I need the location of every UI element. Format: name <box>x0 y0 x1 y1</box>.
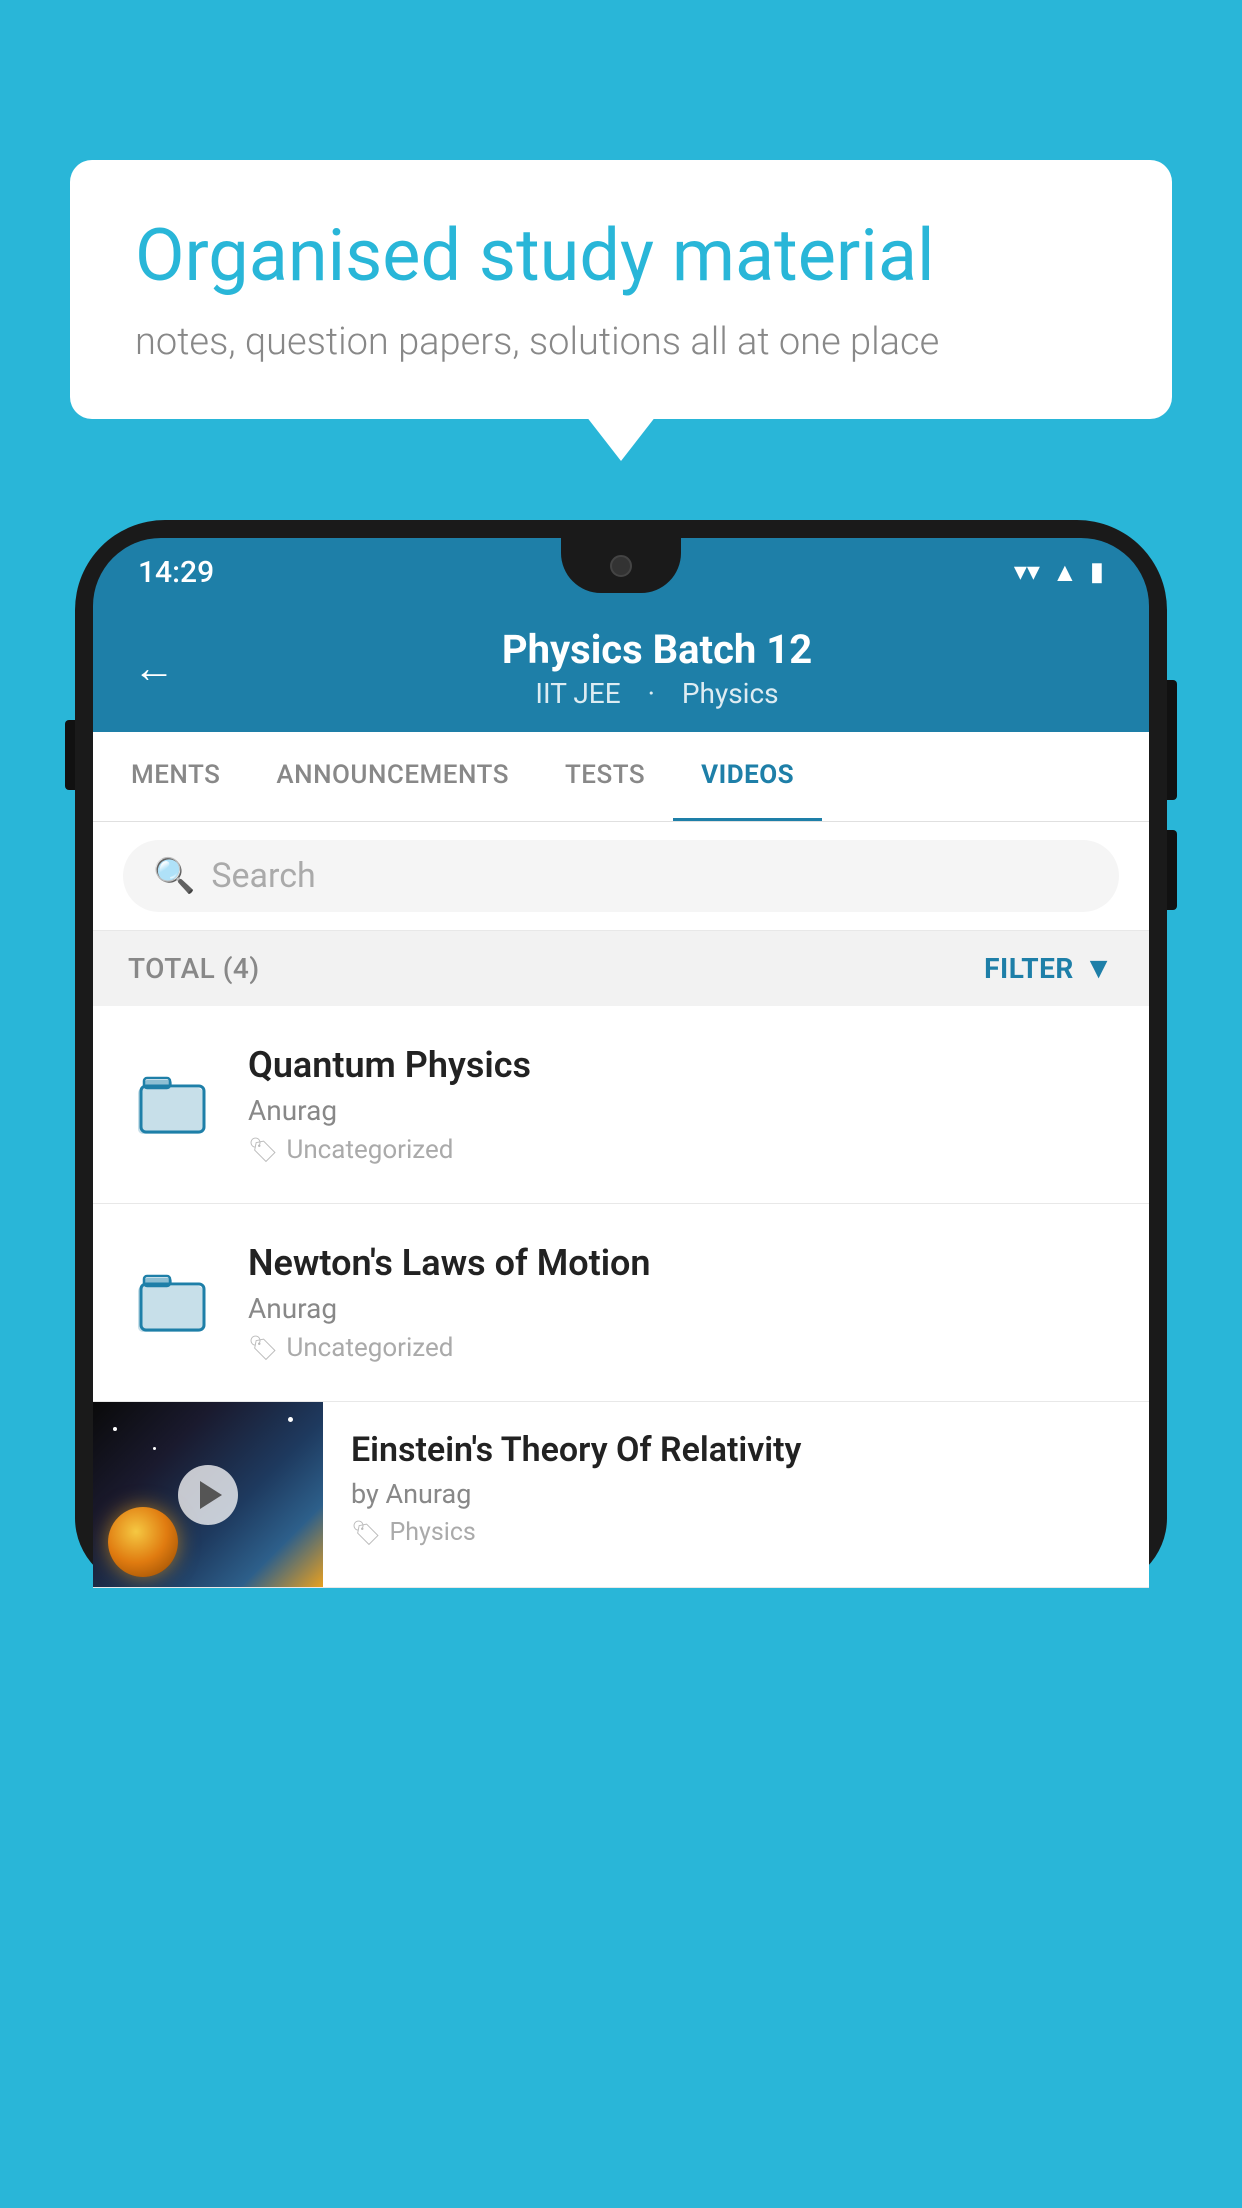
item-title: Einstein's Theory Of Relativity <box>351 1430 1114 1470</box>
item-author: by Anurag <box>351 1478 1114 1510</box>
list-item[interactable]: Quantum Physics Anurag 🏷 Uncategorized <box>93 1006 1149 1204</box>
speech-bubble-subtitle: notes, question papers, solutions all at… <box>135 320 1107 364</box>
phone-outer: 14:29 ▾▾ ▲ ▮ ← Physics Batch 12 IIT JEE … <box>75 520 1167 1588</box>
play-button[interactable] <box>178 1465 238 1525</box>
item-tag: 🏷 Uncategorized <box>248 1333 1114 1363</box>
filter-label: FILTER <box>984 952 1074 985</box>
tag-label: Uncategorized <box>286 1135 453 1165</box>
item-details: Newton's Laws of Motion Anurag 🏷 Uncateg… <box>248 1242 1114 1363</box>
app-header-subtitle: IIT JEE · Physics <box>205 677 1109 710</box>
search-container: 🔍 Search <box>93 822 1149 931</box>
play-triangle-icon <box>200 1481 222 1509</box>
signal-icon: ▲ <box>1052 557 1078 588</box>
tab-tests[interactable]: TESTS <box>537 732 673 821</box>
item-title: Newton's Laws of Motion <box>248 1242 1114 1284</box>
tag-icon: 🏷 <box>248 1334 278 1362</box>
search-input-wrapper[interactable]: 🔍 Search <box>123 840 1119 912</box>
speech-bubble: Organised study material notes, question… <box>70 160 1172 419</box>
search-icon: 🔍 <box>153 856 195 896</box>
subtitle-iitjee: IIT JEE <box>535 677 620 710</box>
phone-side-button-right-bottom <box>1167 830 1177 910</box>
item-tag: 🏷 Physics <box>351 1518 1114 1547</box>
battery-icon: ▮ <box>1090 557 1104 587</box>
list-item[interactable]: Newton's Laws of Motion Anurag 🏷 Uncateg… <box>93 1204 1149 1402</box>
status-bar-time: 14:29 <box>138 555 214 590</box>
item-details: Einstein's Theory Of Relativity by Anura… <box>323 1402 1114 1575</box>
item-details: Quantum Physics Anurag 🏷 Uncategorized <box>248 1044 1114 1165</box>
filter-button[interactable]: FILTER ▼ <box>984 951 1114 986</box>
star-decoration <box>153 1447 156 1450</box>
subtitle-physics: Physics <box>682 677 779 710</box>
folder-icon <box>136 1268 211 1338</box>
planet-decoration <box>108 1507 178 1577</box>
folder-icon <box>136 1070 211 1140</box>
status-bar: 14:29 ▾▾ ▲ ▮ <box>93 538 1149 606</box>
speech-bubble-title: Organised study material <box>135 215 1107 298</box>
star-decoration <box>113 1427 117 1431</box>
item-title: Quantum Physics <box>248 1044 1114 1086</box>
item-tag: 🏷 Uncategorized <box>248 1135 1114 1165</box>
tag-label: Uncategorized <box>286 1333 453 1363</box>
tag-label: Physics <box>389 1518 475 1547</box>
back-button[interactable]: ← <box>133 644 175 693</box>
phone-wrapper: 14:29 ▾▾ ▲ ▮ ← Physics Batch 12 IIT JEE … <box>75 520 1167 2208</box>
filter-bar: TOTAL (4) FILTER ▼ <box>93 931 1149 1006</box>
app-header: ← Physics Batch 12 IIT JEE · Physics <box>93 606 1149 732</box>
subtitle-separator: · <box>648 677 662 710</box>
speech-bubble-container: Organised study material notes, question… <box>70 160 1172 419</box>
phone-camera <box>610 555 632 577</box>
app-header-title: Physics Batch 12 <box>205 626 1109 673</box>
video-thumbnail <box>93 1402 323 1587</box>
tabs-bar: MENTS ANNOUNCEMENTS TESTS VIDEOS <box>93 732 1149 822</box>
wifi-icon: ▾▾ <box>1014 557 1040 587</box>
total-count: TOTAL (4) <box>128 952 260 985</box>
tab-videos[interactable]: VIDEOS <box>673 732 822 821</box>
item-author: Anurag <box>248 1094 1114 1127</box>
filter-icon: ▼ <box>1084 951 1114 986</box>
item-author: Anurag <box>248 1292 1114 1325</box>
phone-side-button-right-top <box>1167 680 1177 800</box>
item-icon-wrapper <box>128 1258 218 1348</box>
tag-icon: 🏷 <box>351 1519 381 1547</box>
star-decoration <box>288 1417 293 1422</box>
content-list: Quantum Physics Anurag 🏷 Uncategorized <box>93 1006 1149 1588</box>
tag-icon: 🏷 <box>248 1136 278 1164</box>
phone-notch <box>561 538 681 593</box>
phone-status-icons: ▾▾ ▲ ▮ <box>1014 557 1104 588</box>
phone-side-button-left <box>65 720 75 790</box>
app-header-center: Physics Batch 12 IIT JEE · Physics <box>205 626 1109 710</box>
search-placeholder: Search <box>211 856 315 896</box>
tab-ments[interactable]: MENTS <box>103 732 248 821</box>
item-icon-wrapper <box>128 1060 218 1150</box>
tab-announcements[interactable]: ANNOUNCEMENTS <box>248 732 537 821</box>
list-item-thumb[interactable]: Einstein's Theory Of Relativity by Anura… <box>93 1402 1149 1588</box>
